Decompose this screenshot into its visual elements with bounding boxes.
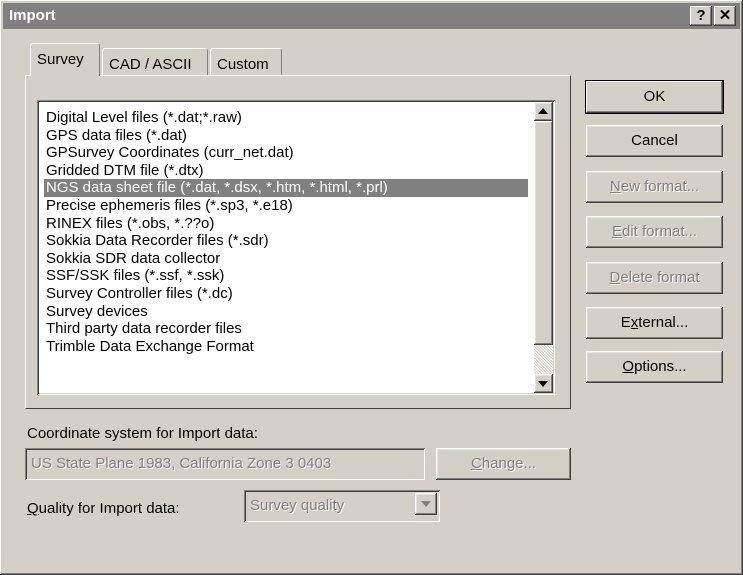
external-label-pre: E	[620, 314, 631, 331]
arrow-down-icon	[538, 381, 548, 387]
change-label-post: hange...	[481, 455, 537, 472]
ok-button[interactable]: OK	[586, 81, 723, 113]
new-format-label-key: N	[609, 178, 621, 195]
quality-label-post: uality for Import data:	[38, 500, 180, 517]
edit-format-button[interactable]: Edit format...	[586, 216, 723, 248]
change-button[interactable]: Change...	[436, 448, 571, 480]
delete-format-button[interactable]: Delete format	[586, 262, 723, 294]
list-item[interactable]: Survey Controller files (*.dc)	[44, 285, 528, 303]
scroll-thumb[interactable]	[534, 121, 553, 345]
list-item[interactable]: Digital Level files (*.dat;*.raw)	[44, 109, 528, 127]
external-button[interactable]: External...	[586, 307, 723, 339]
quality-label-key: Q	[27, 500, 39, 517]
list-item[interactable]: Third party data recorder files	[44, 320, 528, 338]
delete-format-label-key: D	[609, 269, 621, 286]
title-bar: Import ? ✕	[3, 3, 740, 29]
options-button[interactable]: Options...	[586, 351, 723, 383]
quality-label: Quality for Import data:	[27, 500, 180, 517]
edit-format-label-post: dit format...	[621, 223, 698, 240]
change-label-key: C	[470, 455, 482, 472]
coordinate-system-field: US State Plane 1983, California Zone 3 0…	[25, 448, 425, 480]
delete-format-label-post: elete format	[620, 269, 700, 286]
new-format-label-post: ew format...	[620, 178, 700, 195]
help-button[interactable]: ?	[690, 6, 712, 26]
scroll-down-button[interactable]	[534, 374, 553, 393]
new-format-button[interactable]: New format...	[586, 171, 723, 203]
quality-dropdown-button[interactable]	[415, 493, 437, 515]
quality-select[interactable]: Survey quality	[244, 490, 440, 522]
tab-survey[interactable]: Survey	[30, 43, 100, 76]
list-item[interactable]: GPS data files (*.dat)	[44, 127, 528, 145]
list-scrollbar[interactable]	[534, 102, 553, 393]
list-item[interactable]: Trimble Data Exchange Format	[44, 338, 528, 356]
list-item[interactable]: Sokkia SDR data collector	[44, 250, 528, 268]
window-title: Import	[9, 7, 56, 24]
list-item[interactable]: SSF/SSK files (*.ssf, *.ssk)	[44, 267, 528, 285]
scroll-up-button[interactable]	[534, 102, 553, 121]
close-icon: ✕	[718, 7, 732, 24]
tab-custom[interactable]: Custom	[210, 48, 282, 76]
format-list: Digital Level files (*.dat;*.raw) GPS dat…	[44, 109, 528, 355]
list-item[interactable]: Precise ephemeris files (*.sp3, *.e18)	[44, 197, 528, 215]
quality-select-value: Survey quality	[250, 497, 345, 514]
import-dialog: Import ? ✕ Survey CAD / ASCII Custom Dig…	[0, 0, 743, 575]
list-item[interactable]: Sokkia Data Recorder files (*.sdr)	[44, 232, 528, 250]
format-listbox[interactable]: Digital Level files (*.dat;*.raw) GPS dat…	[37, 100, 555, 395]
arrow-up-icon	[538, 108, 548, 114]
coordinate-system-label: Coordinate system for Import data:	[27, 425, 258, 442]
close-button[interactable]: ✕	[714, 6, 736, 26]
cancel-button[interactable]: Cancel	[586, 125, 723, 157]
options-label-key: O	[622, 358, 635, 375]
list-item[interactable]: Gridded DTM file (*.dtx)	[44, 162, 528, 180]
list-item[interactable]: RINEX files (*.obs, *.??o)	[44, 215, 528, 233]
tab-cad-ascii[interactable]: CAD / ASCII	[102, 48, 208, 76]
edit-format-label-key: E	[611, 223, 622, 240]
list-item[interactable]: GPSurvey Coordinates (curr_net.dat)	[44, 144, 528, 162]
options-label-post: ptions...	[634, 358, 687, 375]
external-label-post: ternal...	[638, 314, 689, 331]
list-item[interactable]: Survey devices	[44, 303, 528, 321]
chevron-down-icon	[421, 501, 431, 507]
list-item[interactable]: NGS data sheet file (*.dat, *.dsx, *.htm…	[44, 179, 528, 197]
